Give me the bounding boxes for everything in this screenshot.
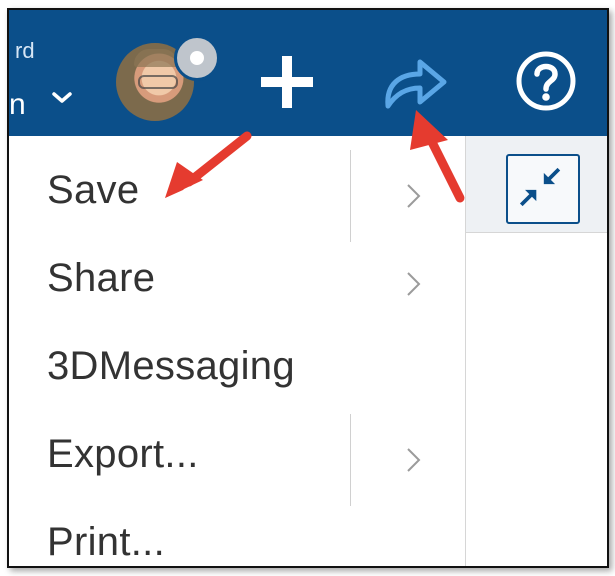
menu-item-label: Print... — [47, 520, 165, 564]
menu-divider — [350, 150, 351, 242]
truncated-app-title: rd — [15, 38, 35, 63]
menu-item-export[interactable]: Export... — [9, 418, 465, 506]
menu-item-label: 3DMessaging — [47, 344, 295, 388]
avatar-glasses — [138, 75, 178, 89]
avatar-hair — [134, 49, 178, 67]
right-pane — [466, 136, 607, 566]
help-icon[interactable] — [515, 50, 577, 112]
plus-icon[interactable] — [257, 52, 317, 112]
truncated-account-name[interactable]: n — [9, 88, 26, 122]
chevron-down-icon[interactable] — [49, 84, 75, 110]
menu-item-label: Export... — [47, 432, 199, 476]
collapse-arrows-icon — [519, 167, 561, 207]
menu-item-label: Save — [47, 168, 140, 212]
menu-item-3dmessaging[interactable]: 3DMessaging — [9, 330, 465, 418]
status-badge-icon — [174, 35, 220, 81]
menu-item-share[interactable]: Share — [9, 242, 465, 330]
menu-item-label: Share — [47, 256, 156, 300]
menu-divider — [350, 414, 351, 506]
top-header-bar: rd n — [9, 10, 607, 136]
annotation-arrow-share — [410, 110, 465, 203]
app-window: rd n Save Share 3DMessaging Export... Pr… — [7, 8, 609, 568]
collapse-button[interactable] — [506, 154, 580, 224]
chevron-right-icon[interactable] — [405, 446, 423, 474]
menu-item-print[interactable]: Print... — [9, 506, 465, 566]
chevron-right-icon[interactable] — [405, 270, 423, 298]
annotation-arrow-save — [165, 131, 252, 198]
pane-toolbar — [466, 136, 607, 233]
